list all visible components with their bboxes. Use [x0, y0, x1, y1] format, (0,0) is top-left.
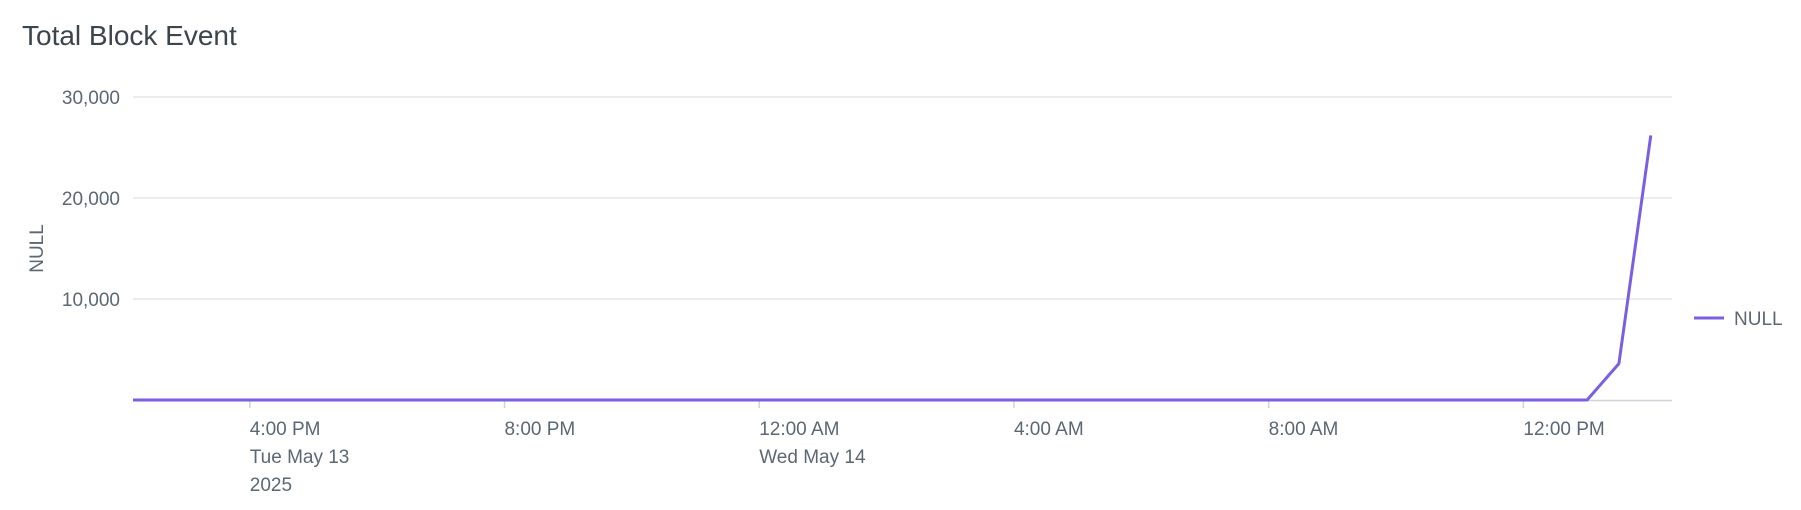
y-tick-label: 20,000	[62, 189, 120, 210]
x-tick-label: 12:00 AM	[759, 419, 839, 440]
x-tick-label: 12:00 PM	[1523, 419, 1604, 440]
x-tick-label: Wed May 14	[759, 447, 866, 468]
x-tick-label: 8:00 AM	[1269, 419, 1339, 440]
y-tick-label: 30,000	[62, 88, 120, 109]
chart-panel: Total Block Event 10,000 20,000 30,000 4:00…	[0, 0, 1801, 510]
x-tick-label: Tue May 13	[250, 447, 350, 468]
legend-label: NULL	[1734, 309, 1783, 330]
y-tick-label: 10,000	[62, 290, 120, 311]
x-tick-label: 4:00 AM	[1014, 419, 1084, 440]
series-line	[133, 135, 1653, 402]
line-chart: 10,000 20,000 30,000 4:00 PM Tue May 13 2025 8…	[27, 88, 1783, 496]
x-tick-label: 8:00 PM	[504, 419, 575, 440]
x-tick-label: 4:00 PM	[250, 419, 321, 440]
x-tick-label: 2025	[250, 475, 292, 496]
y-axis-title: NULL	[27, 224, 48, 273]
